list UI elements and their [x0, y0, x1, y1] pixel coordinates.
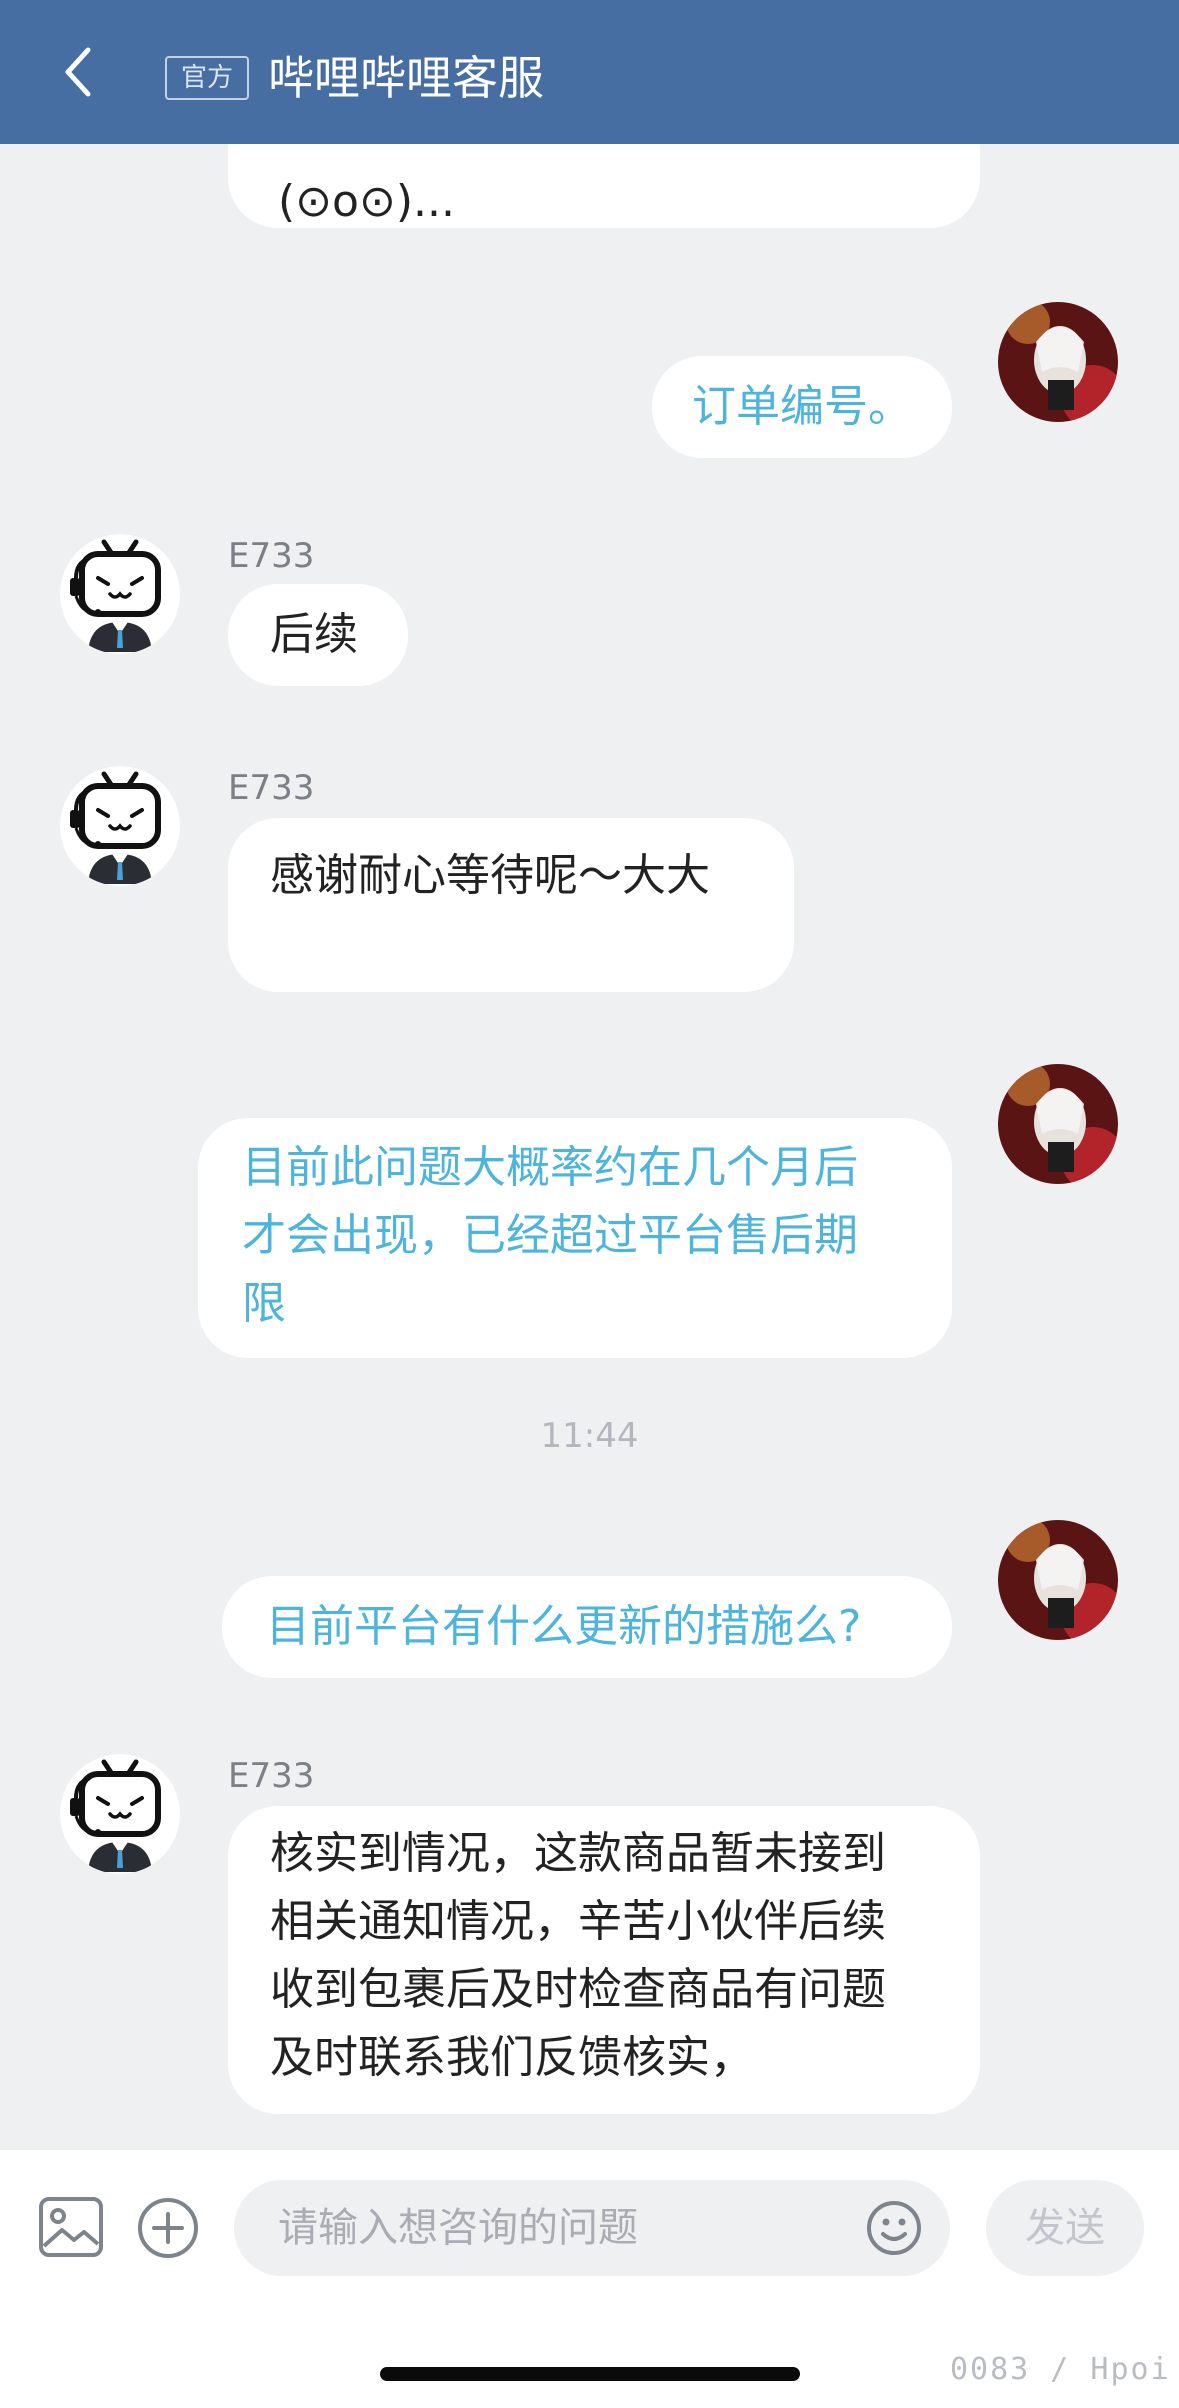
message-bubble-incoming[interactable]: 核实到情况，这款商品暂未接到 相关通知情况，辛苦小伙伴后续 收到包裹后及时检查商…: [228, 1806, 980, 2114]
message-text: 订单编号。: [692, 381, 912, 432]
message-text: 后续: [270, 609, 358, 660]
watermark: 0083 / Hpoi: [950, 2352, 1171, 2387]
user-avatar-image: [998, 1520, 1118, 1640]
message-bubble-outgoing[interactable]: 订单编号。: [652, 356, 952, 458]
message-bubble-incoming[interactable]: 后续: [228, 584, 408, 686]
chat-message-list[interactable]: (⊙o⊙)... 订单编号。 E733 后续 E733 感谢耐心等待呢～大大 目…: [0, 144, 1179, 2150]
message-text: (⊙o⊙)...: [278, 176, 455, 227]
message-text-line: 目前此问题大概率约在几个月后: [242, 1142, 858, 1193]
sender-name: E733: [228, 1756, 315, 1796]
message-bubble-incoming[interactable]: 感谢耐心等待呢～大大: [228, 818, 794, 992]
message-input[interactable]: 请输入想咨询的问题: [234, 2180, 950, 2276]
image-icon: [39, 2197, 103, 2257]
emoji-button[interactable]: [866, 2200, 922, 2256]
message-text-line: 及时联系我们反馈核实，: [270, 2032, 754, 2083]
message-bubble-outgoing[interactable]: 目前平台有什么更新的措施么?: [222, 1576, 952, 1678]
message-text-line: 限: [242, 1278, 286, 1329]
sender-name: E733: [228, 768, 315, 808]
message-text-line: 才会出现，已经超过平台售后期: [242, 1210, 858, 1261]
message-bubble-incoming[interactable]: (⊙o⊙)...: [228, 144, 980, 228]
chevron-left-icon: [65, 47, 91, 97]
official-badge: 官方: [165, 56, 249, 100]
message-text-line: 相关通知情况，辛苦小伙伴后续: [270, 1896, 886, 1947]
header-bar: 官方 哔哩哔哩客服: [0, 0, 1179, 144]
sender-name: E733: [228, 536, 315, 576]
back-button[interactable]: [50, 42, 110, 102]
home-indicator: [380, 2367, 800, 2381]
page-title: 哔哩哔哩客服: [268, 51, 544, 105]
agent-avatar[interactable]: [60, 766, 180, 886]
message-text-line: 核实到情况，这款商品暂未接到: [270, 1828, 886, 1879]
user-avatar-image: [998, 1064, 1118, 1184]
send-button[interactable]: 发送: [986, 2180, 1144, 2276]
user-avatar-image: [998, 302, 1118, 422]
message-bubble-outgoing[interactable]: 目前此问题大概率约在几个月后 才会出现，已经超过平台售后期 限: [198, 1118, 952, 1358]
message-text: 感谢耐心等待呢～大大: [270, 850, 710, 901]
user-avatar[interactable]: [998, 1520, 1118, 1640]
emoji-icon: [867, 2201, 921, 2255]
user-avatar[interactable]: [998, 1064, 1118, 1184]
tv-mascot-icon: [60, 534, 180, 654]
agent-avatar[interactable]: [60, 1754, 180, 1874]
tv-mascot-icon: [60, 1754, 180, 1874]
plus-circle-icon: [138, 2198, 198, 2258]
user-avatar[interactable]: [998, 302, 1118, 422]
add-button[interactable]: [136, 2196, 200, 2260]
tv-mascot-icon: [60, 766, 180, 886]
image-button[interactable]: [38, 2196, 104, 2258]
message-timestamp: 11:44: [540, 1416, 639, 1456]
input-placeholder: 请输入想咨询的问题: [278, 2205, 638, 2251]
message-text-line: 收到包裹后及时检查商品有问题: [270, 1964, 886, 2015]
message-text: 目前平台有什么更新的措施么?: [266, 1601, 862, 1652]
agent-avatar[interactable]: [60, 534, 180, 654]
